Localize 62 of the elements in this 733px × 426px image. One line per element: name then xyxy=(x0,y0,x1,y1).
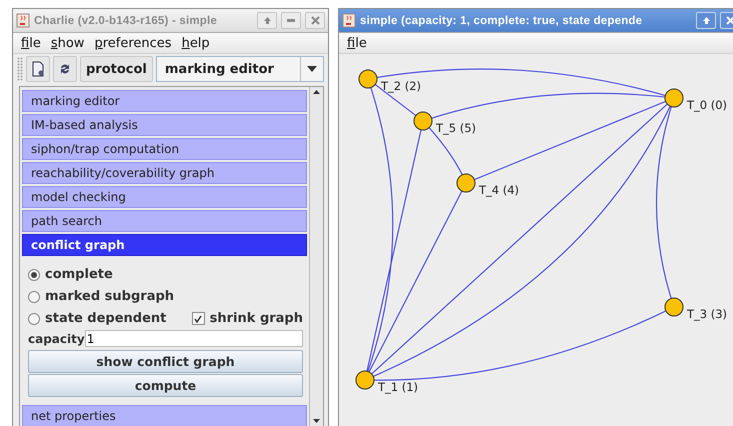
close-icon xyxy=(310,16,320,25)
menu-item[interactable]: show xyxy=(50,36,84,50)
section-header[interactable]: reachability/coverability graph xyxy=(22,162,307,184)
graph-node[interactable] xyxy=(664,88,684,108)
refresh-button[interactable] xyxy=(53,56,77,82)
node-label: T_4 (4) xyxy=(479,183,520,197)
view-select[interactable]: marking editor xyxy=(156,56,324,82)
protocol-button[interactable]: protocol xyxy=(80,56,153,82)
section-header[interactable]: conflict graph xyxy=(22,234,307,256)
section-header[interactable]: path search xyxy=(22,210,307,232)
close-icon xyxy=(726,16,733,25)
action-button[interactable]: show conflict graph xyxy=(28,350,303,373)
node-label: T_1 (1) xyxy=(378,380,418,394)
node-label: T_0 (0) xyxy=(687,98,728,112)
checkbox[interactable] xyxy=(192,312,205,325)
arrow-up-icon xyxy=(262,16,272,25)
close-button[interactable] xyxy=(305,12,325,29)
window-title: simple (capacity: 1, complete: true, state depende xyxy=(360,14,644,26)
checkmark-icon xyxy=(194,314,202,322)
new-document-button[interactable] xyxy=(26,56,50,82)
graph-node[interactable] xyxy=(414,112,432,130)
scroll-down-icon xyxy=(313,419,320,423)
minimize-icon xyxy=(287,19,295,22)
section-header[interactable]: marking editor xyxy=(22,90,307,112)
radio-label: complete xyxy=(45,267,113,282)
menu-item[interactable]: file xyxy=(21,36,41,50)
checkbox-label: shrink graph xyxy=(210,311,303,326)
action-button[interactable]: compute xyxy=(28,374,303,397)
capacity-label: capacity xyxy=(28,332,85,346)
scrollbar[interactable] xyxy=(309,87,323,426)
section-header[interactable]: model checking xyxy=(22,186,307,208)
arrow-up-icon xyxy=(702,16,710,25)
graph-node[interactable] xyxy=(456,174,476,192)
window-title: Charlie (v2.0-b143-r165) - simple xyxy=(34,14,218,26)
refresh-icon xyxy=(58,62,72,76)
radio-button[interactable] xyxy=(28,268,40,280)
capacity-field[interactable]: 1 xyxy=(84,330,303,347)
radio-button[interactable] xyxy=(28,290,40,302)
section-header[interactable]: net properties xyxy=(22,405,307,426)
radio-option[interactable]: complete xyxy=(28,267,113,282)
graph-node[interactable] xyxy=(664,298,684,316)
graph-node[interactable] xyxy=(358,70,378,88)
node-label: T_2 (2) xyxy=(381,79,422,93)
document-icon xyxy=(31,61,45,77)
graph-node[interactable] xyxy=(356,370,374,390)
scroll-up-icon xyxy=(313,90,320,94)
toolbar-grip[interactable] xyxy=(17,57,23,81)
shrink-graph-checkbox[interactable]: shrink graph xyxy=(192,311,303,326)
section-header[interactable]: siphon/trap computation xyxy=(22,138,307,160)
java-cup-icon xyxy=(16,13,30,28)
radio-button[interactable] xyxy=(28,312,40,324)
node-label: T_5 (5) xyxy=(436,121,476,135)
maximize-button[interactable] xyxy=(696,12,716,29)
maximize-button[interactable] xyxy=(257,12,277,29)
menu-item[interactable]: help xyxy=(182,36,210,50)
minimize-button[interactable] xyxy=(281,12,301,29)
java-cup-icon xyxy=(342,13,356,28)
section-header[interactable]: IM-based analysis xyxy=(22,114,307,136)
menu-item[interactable]: file xyxy=(347,36,367,50)
menu-item[interactable]: preferences xyxy=(94,36,172,50)
dropdown-arrow-icon xyxy=(307,66,317,72)
node-label: T_3 (3) xyxy=(687,307,728,321)
